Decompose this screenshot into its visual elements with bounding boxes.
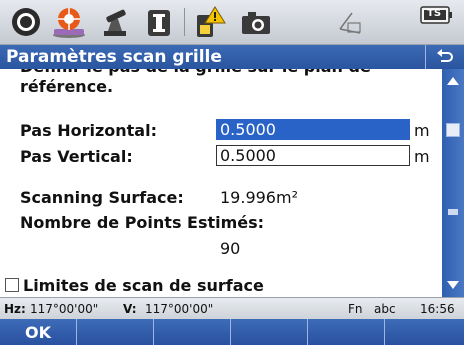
top-toolbar: TS — [0, 0, 464, 45]
limites-checkbox-label[interactable]: Limites de scan de surface — [23, 276, 264, 295]
ts-label: TS — [427, 8, 442, 19]
status-bar: Hz: 117°00'00" V: 117°00'00" Fn abc 16:5… — [0, 297, 464, 320]
v-label: V: — [123, 302, 137, 316]
softkey-bar: OK — [0, 319, 464, 345]
title-bar: Paramètres scan grille — [0, 45, 464, 69]
arrow-down-icon — [447, 281, 459, 289]
pas-vertical-unit: m — [414, 147, 430, 166]
softkey-2[interactable] — [77, 319, 154, 345]
clock: 16:56 — [420, 302, 455, 316]
instrument-icon[interactable] — [96, 5, 132, 39]
main-content: Définir le pas de la grille sur le plan … — [0, 69, 442, 297]
input-mode-indicator: abc — [374, 302, 396, 316]
hz-label: Hz: — [4, 302, 26, 316]
ok-softkey[interactable]: OK — [0, 319, 77, 345]
pas-horizontal-unit: m — [414, 121, 430, 140]
scroll-down-button[interactable] — [442, 275, 464, 295]
intro-line-1: Définir le pas de la grille sur le plan … — [20, 69, 430, 77]
window-title: Paramètres scan grille — [6, 47, 222, 67]
softkey-4[interactable] — [231, 319, 308, 345]
target-prism-icon[interactable] — [50, 5, 88, 39]
nombre-points-label: Nombre de Points Estimés: — [20, 213, 265, 232]
camera-icon[interactable] — [238, 5, 274, 39]
softkey-6[interactable] — [385, 319, 464, 345]
limites-checkbox[interactable] — [5, 278, 19, 292]
ts-battery-icon[interactable]: TS — [420, 4, 454, 26]
scroll-up-button[interactable] — [442, 71, 464, 91]
vertical-scrollbar[interactable] — [442, 69, 464, 297]
pas-horizontal-label: Pas Horizontal: — [20, 121, 157, 140]
pas-horizontal-input[interactable]: 0.5000 — [216, 119, 410, 140]
softkey-5[interactable] — [308, 319, 385, 345]
level-bubble-icon[interactable] — [332, 5, 368, 39]
pas-vertical-input[interactable]: 0.5000 — [216, 145, 410, 166]
scanning-surface-value: 19.996m² — [220, 188, 298, 207]
v-value: 117°00'00" — [145, 302, 214, 316]
fn-indicator: Fn — [348, 302, 363, 316]
scroll-thumb[interactable] — [446, 123, 460, 137]
intro-line-2: référence. — [20, 77, 114, 96]
intro-text: Définir le pas de la grille sur le plan … — [20, 69, 430, 97]
scanning-surface-label: Scanning Surface: — [20, 188, 184, 207]
ir-mode-icon[interactable] — [143, 5, 175, 39]
hz-value: 117°00'00" — [30, 302, 99, 316]
scroll-grip — [448, 209, 458, 215]
arrow-up-icon — [447, 77, 459, 85]
softkey-3[interactable] — [154, 319, 231, 345]
satellite-icon[interactable] — [8, 5, 44, 39]
pas-vertical-label: Pas Vertical: — [20, 147, 133, 166]
nombre-points-value: 90 — [220, 239, 241, 258]
back-button[interactable] — [425, 45, 464, 69]
toolbar-divider — [184, 8, 185, 36]
battery-warning-icon[interactable] — [193, 5, 227, 39]
back-arrow-icon — [437, 49, 453, 62]
